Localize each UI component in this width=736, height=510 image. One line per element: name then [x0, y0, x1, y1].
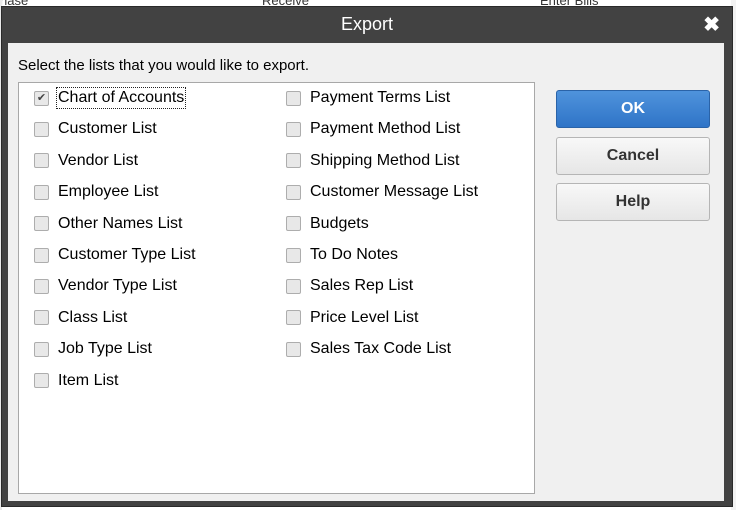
list-item-label: Item List	[58, 371, 119, 389]
checkbox[interactable]	[286, 90, 301, 106]
list-item[interactable]: Shipping Method List	[286, 150, 459, 172]
list-item[interactable]: Other Names List	[34, 213, 182, 235]
list-item-label: Employee List	[58, 183, 159, 201]
dialog-title: Export	[340, 14, 394, 34]
checkbox[interactable]	[286, 247, 301, 263]
list-item[interactable]: To Do Notes	[286, 244, 398, 266]
list-item-label: Class List	[58, 308, 128, 326]
list-item[interactable]: Payment Method List	[286, 118, 460, 140]
list-item[interactable]: Price Level List	[286, 307, 419, 329]
list-item-label: Customer List	[58, 120, 157, 138]
list-item-label: Shipping Method List	[310, 151, 460, 169]
list-item-label: To Do Notes	[310, 246, 399, 263]
checkbox[interactable]	[34, 184, 49, 200]
ok-button[interactable]: OK	[556, 90, 710, 128]
list-item-label: Sales Rep List	[310, 277, 414, 295]
list-item-label: Payment Method List	[310, 120, 461, 138]
list-item-label: Vendor List	[58, 151, 139, 169]
list-item[interactable]: Customer Type List	[34, 244, 196, 266]
checkbox[interactable]	[34, 310, 49, 326]
checkbox[interactable]	[34, 373, 49, 389]
list-item[interactable]: Job Type List	[34, 338, 152, 360]
list-item[interactable]: Customer Message List	[286, 181, 478, 203]
list-item[interactable]: Item List	[34, 370, 118, 392]
list-item[interactable]: ✔ Chart of Accounts	[34, 87, 187, 109]
list-item-label: Budgets	[310, 214, 369, 232]
checkbox[interactable]	[286, 310, 301, 326]
export-dialog: Export ✖ Select the lists that you would…	[2, 7, 732, 506]
checkbox[interactable]	[286, 278, 301, 294]
list-item-label: Job Type List	[58, 340, 152, 358]
list-item-label: Payment Terms List	[310, 89, 451, 106]
list-item[interactable]: Budgets	[286, 213, 369, 235]
checkbox[interactable]	[286, 184, 301, 200]
checkbox[interactable]	[34, 278, 49, 294]
help-button[interactable]: Help	[556, 183, 710, 221]
list-item[interactable]: Employee List	[34, 181, 159, 203]
dialog-body: Select the lists that you would like to …	[8, 43, 724, 501]
list-item[interactable]: Class List	[34, 307, 127, 329]
list-item[interactable]: Customer List	[34, 118, 157, 140]
list-item-label: Vendor Type List	[58, 277, 177, 295]
list-item[interactable]: Sales Rep List	[286, 275, 413, 297]
checkbox[interactable]	[286, 121, 301, 137]
lists-listbox[interactable]: ✔ Chart of Accounts Customer List Vendor Li…	[18, 82, 535, 494]
checkbox-checked[interactable]: ✔	[34, 90, 49, 106]
list-item[interactable]: Vendor List	[34, 150, 138, 172]
list-item-label: Customer Message List	[310, 183, 479, 201]
list-item-label: Other Names List	[58, 214, 183, 232]
instruction-text: Select the lists that you would like to …	[18, 57, 309, 74]
checkbox[interactable]	[34, 341, 49, 357]
list-item-label: Chart of Accounts	[55, 87, 187, 109]
checkbox[interactable]	[34, 247, 49, 263]
checkbox[interactable]	[286, 216, 301, 232]
checkbox[interactable]	[286, 153, 301, 169]
checkbox[interactable]	[34, 153, 49, 169]
list-item[interactable]: Payment Terms List	[286, 87, 450, 109]
list-item-label: Sales Tax Code List	[310, 340, 452, 358]
checkbox[interactable]	[34, 216, 49, 232]
cancel-button[interactable]: Cancel	[556, 137, 710, 175]
list-item-label: Price Level List	[310, 308, 419, 326]
close-icon[interactable]: ✖	[703, 12, 720, 37]
list-item[interactable]: Vendor Type List	[34, 275, 177, 297]
list-item[interactable]: Sales Tax Code List	[286, 338, 451, 360]
checkbox[interactable]	[34, 121, 49, 137]
dialog-titlebar[interactable]: Export ✖	[2, 7, 732, 43]
checkbox[interactable]	[286, 341, 301, 357]
list-item-label: Customer Type List	[58, 246, 196, 263]
